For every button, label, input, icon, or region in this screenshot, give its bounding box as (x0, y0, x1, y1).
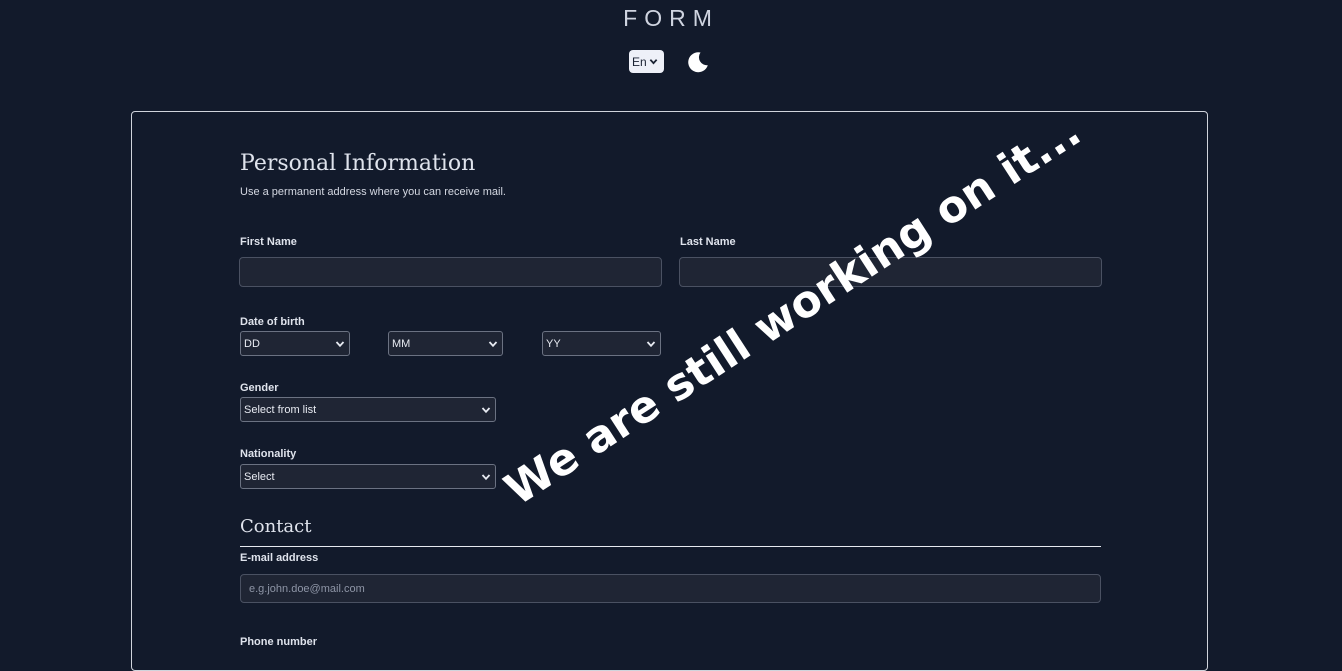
gender-select[interactable]: Select from list (240, 397, 496, 422)
nationality-value: Select (244, 470, 275, 483)
dob-day-select[interactable]: DD (240, 331, 350, 356)
last-name-input[interactable] (679, 257, 1102, 287)
email-input[interactable] (240, 574, 1101, 603)
dob-year-value: YY (546, 337, 561, 350)
dob-month-select[interactable]: MM (388, 331, 503, 356)
chevron-down-icon (488, 340, 498, 347)
first-name-label: First Name (240, 236, 297, 248)
contact-title: Contact (240, 516, 312, 537)
chevron-down-icon (481, 473, 491, 480)
nationality-select[interactable]: Select (240, 464, 496, 489)
chevron-down-icon (646, 340, 656, 347)
contact-divider (240, 546, 1101, 547)
nationality-label: Nationality (240, 448, 297, 460)
language-value: En (632, 54, 647, 69)
dob-month-value: MM (392, 337, 411, 350)
dob-label: Date of birth (240, 316, 305, 328)
email-label: E-mail address (240, 552, 319, 564)
chevron-down-icon (481, 406, 491, 413)
dob-year-select[interactable]: YY (542, 331, 661, 356)
app-title: FORM (623, 5, 719, 31)
moon-icon[interactable] (686, 50, 710, 74)
gender-label: Gender (240, 382, 279, 394)
gender-value: Select from list (244, 403, 317, 416)
language-select[interactable]: En (629, 50, 664, 73)
personal-info-title: Personal Information (240, 151, 476, 176)
dob-day-value: DD (244, 337, 260, 350)
chevron-down-icon (335, 340, 345, 347)
chevron-down-icon (649, 59, 657, 65)
phone-label: Phone number (240, 636, 318, 648)
last-name-label: Last Name (680, 236, 736, 248)
first-name-input[interactable] (239, 257, 662, 287)
personal-info-subtitle: Use a permanent address where you can re… (240, 186, 506, 198)
